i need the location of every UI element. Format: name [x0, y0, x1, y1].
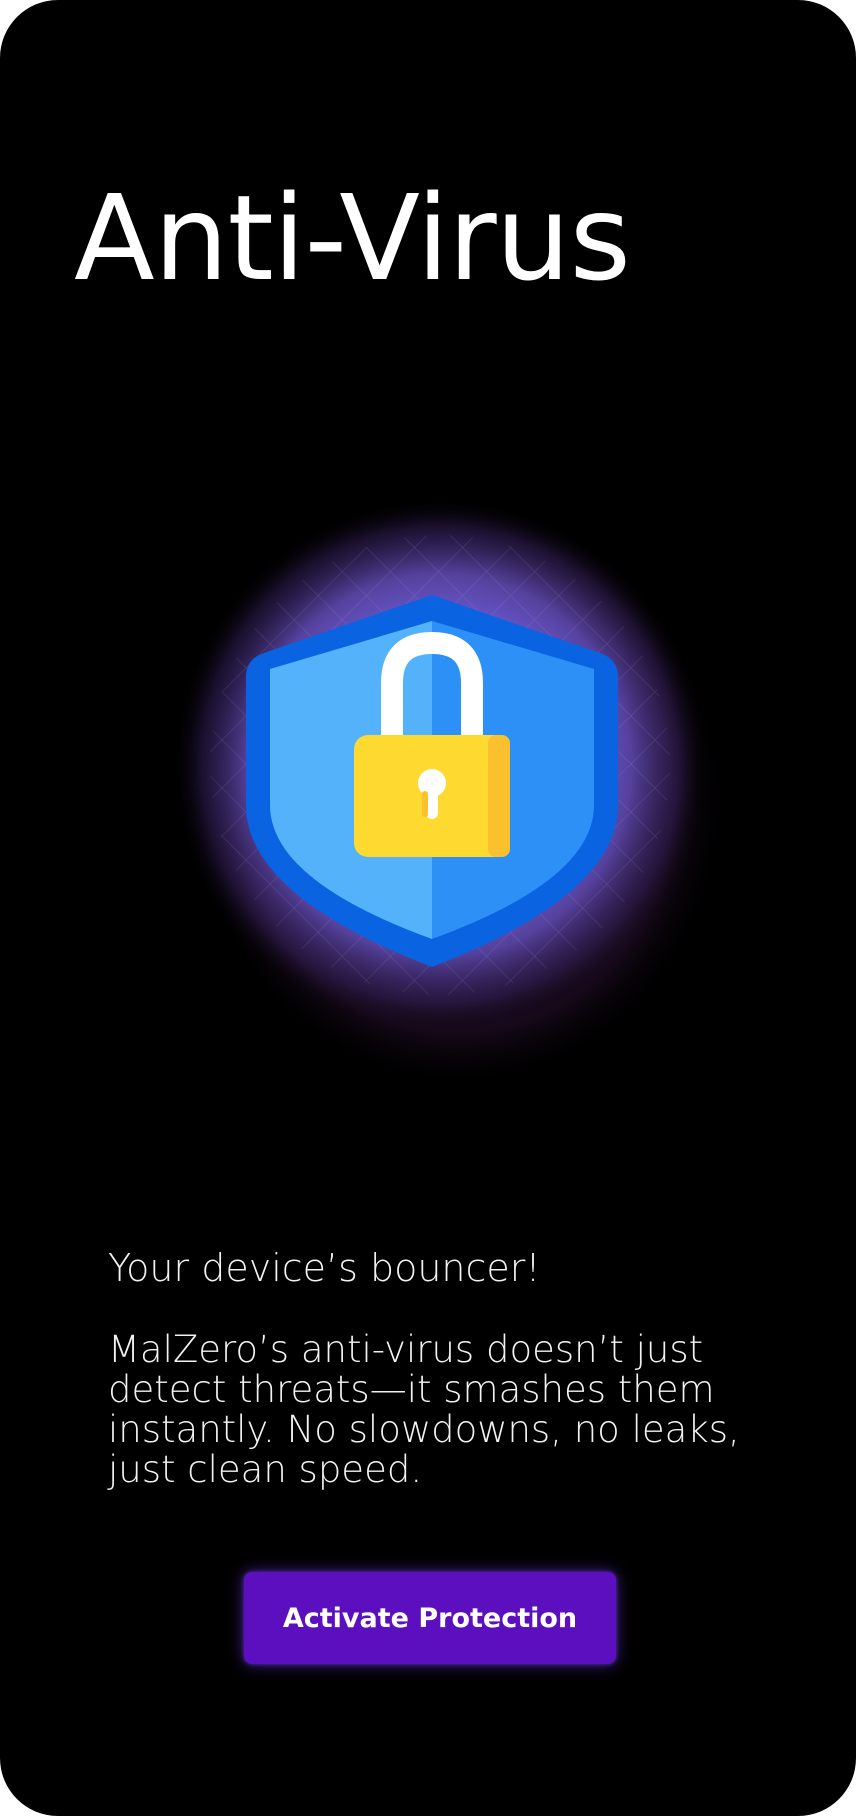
activate-protection-button[interactable]: Activate Protection [244, 1572, 616, 1664]
shield-lock-icon [175, 500, 728, 1090]
tagline: Your device’s bouncer! [108, 1246, 541, 1290]
anti-virus-screen: Anti-Virus Your device’s bouncer! MalZer… [0, 0, 856, 1816]
description-text: MalZero’s anti-virus doesn’t just detect… [108, 1328, 740, 1491]
hero-illustration [150, 475, 730, 1105]
page-title: Anti-Virus [74, 169, 631, 307]
